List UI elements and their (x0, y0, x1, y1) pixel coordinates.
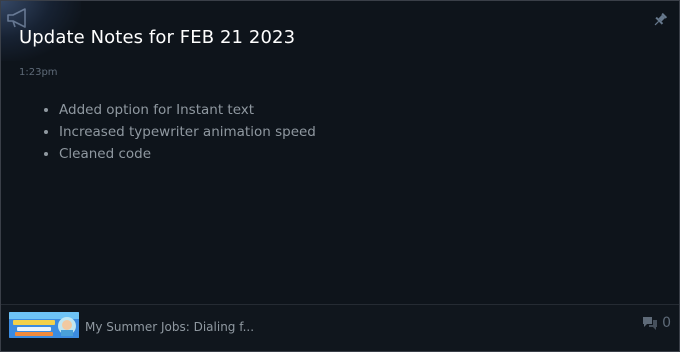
update-notes-list: Added option for Instant text Increased … (31, 99, 316, 165)
game-name-link[interactable]: My Summer Jobs: Dialing f... (85, 320, 254, 334)
comment-count: 0 (662, 315, 671, 331)
list-item: Added option for Instant text (59, 99, 316, 121)
comments-button[interactable]: 0 (641, 315, 671, 331)
post-footer: My Summer Jobs: Dialing f... 0 (1, 304, 679, 351)
pin-icon[interactable] (651, 11, 669, 29)
list-item: Cleaned code (59, 143, 316, 165)
comment-bubble-icon (643, 317, 658, 330)
megaphone-icon (7, 8, 26, 28)
update-notes-card[interactable]: Update Notes for FEB 21 2023 1:23pm Adde… (0, 0, 680, 352)
post-title: Update Notes for FEB 21 2023 (19, 27, 296, 48)
game-thumbnail[interactable] (9, 312, 79, 338)
post-time: 1:23pm (19, 67, 58, 78)
list-item: Increased typewriter animation speed (59, 121, 316, 143)
